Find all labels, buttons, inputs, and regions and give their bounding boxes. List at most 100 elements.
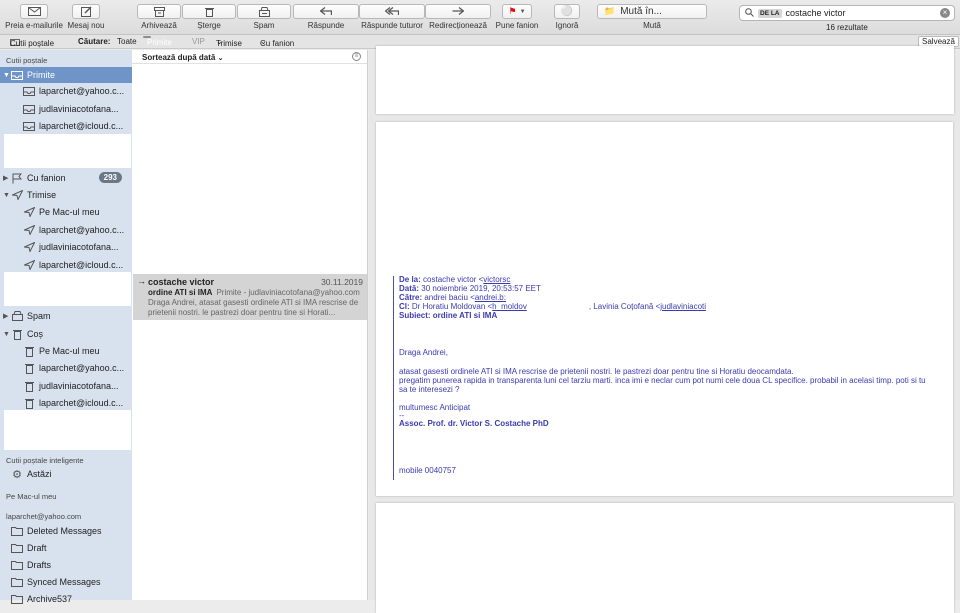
sidebar-item-trash-account[interactable]: laparchet@yahoo.c...	[0, 360, 132, 376]
flagged-count-badge: 293	[98, 172, 122, 183]
folder-icon	[10, 593, 24, 605]
signature-separator: --	[399, 411, 405, 420]
message-subject: ordine ATI si IMA	[148, 288, 213, 297]
email-mobile: mobile 0040757	[399, 466, 456, 475]
sidebar-item-folder[interactable]: Deleted Messages	[0, 523, 132, 539]
sidebar-item-trash[interactable]: ▼ Coș	[0, 326, 132, 342]
archive-button[interactable]: Arhivează	[137, 4, 181, 30]
cc-email-link[interactable]: h_moldov	[492, 302, 527, 311]
move-to-label: Mută în...	[620, 6, 662, 17]
paper-plane-icon	[22, 206, 36, 218]
sidebar-item-sent-account[interactable]: judlaviniacotofana...	[0, 239, 132, 255]
search-token[interactable]: DE LA	[758, 8, 782, 18]
archive-icon	[137, 4, 181, 19]
sidebar-section-mailboxes: Cutii poștale	[6, 56, 48, 65]
forward-button[interactable]: Redirecționează	[425, 4, 491, 30]
clear-search-icon[interactable]: ×	[940, 8, 950, 18]
move-to-field: 📁 Mută în...	[597, 4, 707, 19]
paper-plane-icon	[22, 241, 36, 253]
quote-bar	[393, 276, 394, 480]
sender-email-link[interactable]: victorsc	[483, 275, 510, 284]
sidebar-item-inbox-account[interactable]: laparchet@yahoo.c...	[0, 83, 132, 99]
envelope-icon	[20, 4, 48, 19]
new-message-button[interactable]: Mesaj nou	[66, 4, 106, 30]
chevron-down-icon: ⌄	[147, 39, 153, 45]
trash-icon	[22, 380, 36, 392]
sidebar-blank	[4, 410, 131, 450]
scope-sent[interactable]: Trimise ⌄	[216, 37, 242, 48]
sidebar-item-trash-account[interactable]: judlaviniacotofana...	[0, 378, 132, 394]
filter-icon[interactable]: ≡	[352, 52, 361, 61]
scope-all[interactable]: Toate	[117, 37, 137, 46]
search-input[interactable]: costache victor	[786, 8, 941, 18]
get-mail-button[interactable]: Preia e-mailurile	[5, 4, 63, 30]
sidebar-item-folder[interactable]: Archive537	[0, 591, 132, 607]
message-mailbox: Primite - judlaviniacotofana@yahoo.com	[216, 288, 360, 297]
sidebar-item-spam[interactable]: ▶ Spam	[0, 308, 132, 324]
sidebar-blank	[4, 134, 131, 168]
sidebar-item-folder[interactable]: Draft	[0, 540, 132, 556]
sidebar-item-trash-account[interactable]: Pe Mac-ul meu	[0, 343, 132, 359]
scope-vip[interactable]: VIP	[192, 37, 205, 46]
sidebar-item-inbox[interactable]: ▼ Primite	[0, 67, 132, 83]
search-icon	[745, 7, 754, 19]
inbox-icon	[10, 69, 24, 81]
message-date: 30.11.2019	[321, 277, 363, 287]
reply-button[interactable]: Răspunde	[293, 4, 359, 30]
trash-icon	[22, 362, 36, 374]
disclosure-triangle-icon[interactable]: ▶	[3, 174, 10, 182]
sort-header[interactable]: Sortează după dată ⌄ ≡	[132, 50, 367, 64]
recipient-email-link[interactable]: andrei.b:	[475, 293, 506, 302]
sidebar-item-inbox-account[interactable]: judlaviniacotofana...	[0, 101, 132, 117]
scope-flagged[interactable]: Cu fanion ⌄	[260, 37, 294, 48]
junk-icon	[10, 310, 24, 322]
sidebar-item-flagged[interactable]: ▶ Cu fanion 293	[0, 170, 132, 186]
delete-button[interactable]: Șterge	[182, 4, 236, 30]
paper-plane-icon	[10, 189, 24, 201]
sidebar-item-sent-account[interactable]: laparchet@icloud.c...	[0, 257, 132, 273]
gear-icon: ⚙	[12, 468, 22, 481]
search-results-count: 16 rezultate	[826, 23, 868, 32]
paper-plane-icon	[22, 259, 36, 271]
move-to-button[interactable]: 📁 Mută în... Mută	[597, 4, 707, 30]
compose-icon	[72, 4, 100, 19]
trash-icon	[22, 397, 36, 409]
paper-plane-icon	[22, 224, 36, 236]
reply-all-button[interactable]: Răspunde tuturor	[359, 4, 425, 30]
sidebar: Cutii poștale ▼ Primite laparchet@yahoo.…	[0, 50, 132, 604]
trash-icon	[22, 345, 36, 357]
sidebar-item-folder[interactable]: Drafts	[0, 557, 132, 573]
message-list: Sortează după dată ⌄ ≡ → costache victor…	[132, 50, 368, 600]
flag-dropdown: ⚑ ▼	[502, 4, 532, 19]
ignore-button[interactable]: ⚪ Ignoră	[554, 4, 580, 30]
sidebar-item-sent[interactable]: ▼ Trimise	[0, 187, 132, 203]
sidebar-item-folder[interactable]: Synced Messages	[0, 574, 132, 590]
disclosure-triangle-icon[interactable]: ▼	[3, 192, 10, 199]
message-sender: costache victor	[148, 277, 215, 287]
sidebar-item-inbox-account[interactable]: laparchet@icloud.c...	[0, 118, 132, 134]
flag-icon	[10, 172, 24, 184]
forwarded-arrow-icon: →	[137, 276, 146, 286]
sidebar-item-sent-account[interactable]: Pe Mac-ul meu	[0, 204, 132, 220]
search-field[interactable]: DE LA costache victor ×	[739, 5, 955, 21]
red-flag-icon: ⚑	[508, 6, 517, 16]
cc-email-link-2[interactable]: judlaviniacoti	[660, 302, 706, 311]
folder-icon	[10, 576, 24, 588]
message-viewer: De la: costache victor <victorsc Dată: 3…	[369, 46, 960, 613]
spam-button[interactable]: Spam	[237, 4, 291, 30]
email-paragraph: pregatim punerea rapida in transparenta …	[399, 376, 926, 394]
email-headers: De la: costache victor <victorsc Dată: 3…	[399, 275, 707, 320]
disclosure-triangle-icon[interactable]: ▶	[3, 312, 10, 320]
junk-icon	[237, 4, 291, 19]
disclosure-triangle-icon[interactable]: ▼	[3, 331, 10, 338]
sidebar-blank	[4, 272, 131, 306]
disclosure-triangle-icon[interactable]: ▼	[3, 72, 10, 79]
flag-button[interactable]: ⚑ ▼ Pune fanion	[496, 4, 538, 30]
sidebar-item-sent-account[interactable]: laparchet@yahoo.c...	[0, 222, 132, 238]
sidebar-item-trash-account[interactable]: laparchet@icloud.c...	[0, 395, 132, 411]
message-row[interactable]: → costache victor 30.11.2019 ordine ATI s…	[133, 274, 367, 320]
trash-icon	[10, 328, 24, 340]
sidebar-item-today[interactable]: ⚙ Astăzi	[0, 466, 132, 482]
inbox-icon	[22, 120, 36, 132]
scope-inbox[interactable]: Primite ⌄	[143, 36, 172, 47]
